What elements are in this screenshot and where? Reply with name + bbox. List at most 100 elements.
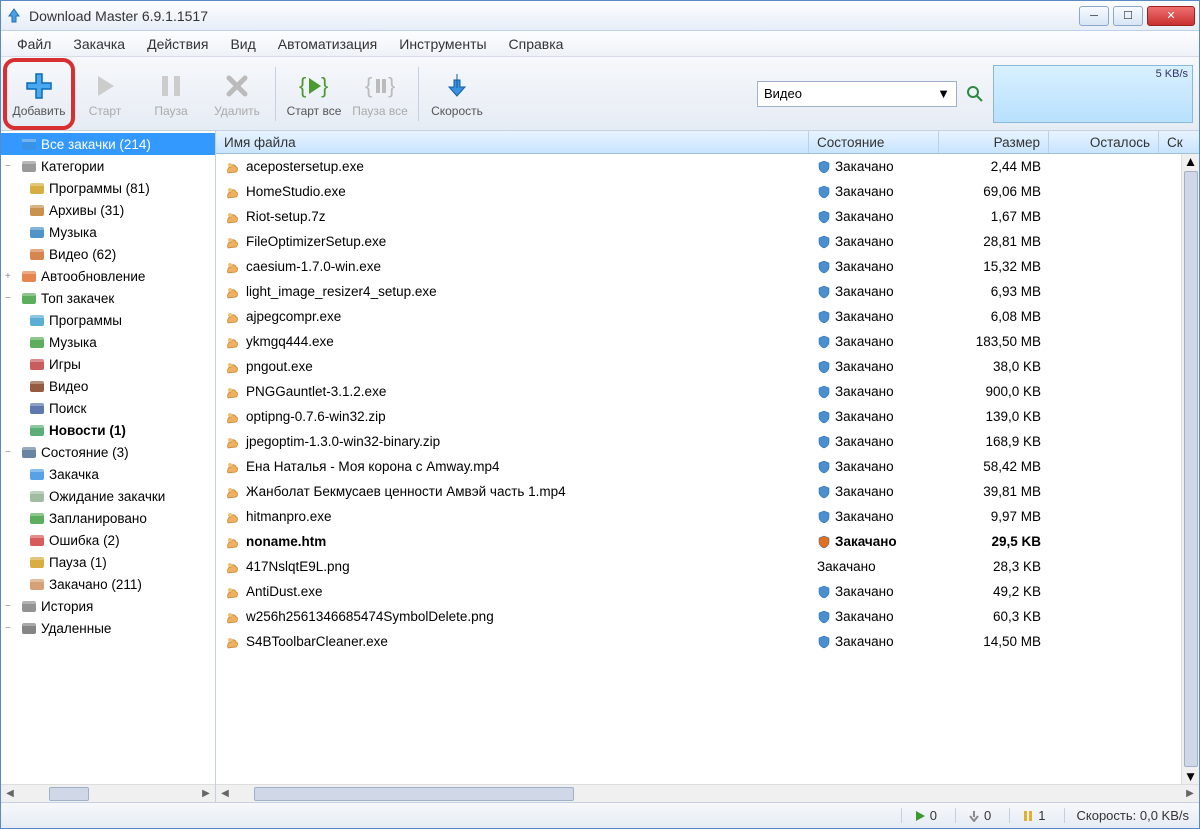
tree-item[interactable]: +Автообновление bbox=[1, 265, 215, 287]
col-name[interactable]: Имя файла bbox=[216, 131, 809, 153]
delete-button[interactable]: Удалить bbox=[205, 62, 269, 126]
scroll-right-icon[interactable]: ▶ bbox=[197, 786, 215, 802]
menu-automation[interactable]: Автоматизация bbox=[268, 33, 387, 55]
file-icon bbox=[224, 384, 240, 400]
tree-item[interactable]: Новости (1) bbox=[1, 419, 215, 441]
table-row[interactable]: caesium-1.7.0-win.exe Закачано 15,32 MB bbox=[216, 254, 1199, 279]
menu-actions[interactable]: Действия bbox=[137, 33, 218, 55]
tree-item[interactable]: −История bbox=[1, 595, 215, 617]
cell-size: 1,67 MB bbox=[939, 209, 1049, 224]
scroll-down-icon[interactable]: ▼ bbox=[1184, 769, 1197, 784]
search-combo[interactable]: Видео ▼ bbox=[757, 81, 957, 107]
status-downloading: 0 bbox=[955, 808, 991, 823]
tree-item[interactable]: Все закачки (214) bbox=[1, 133, 215, 155]
search-go-icon[interactable] bbox=[965, 84, 985, 104]
menu-tools[interactable]: Инструменты bbox=[389, 33, 496, 55]
cell-state: Закачано bbox=[809, 459, 939, 474]
table-row[interactable]: noname.htm Закачано 29,5 KB bbox=[216, 529, 1199, 554]
scroll-right-icon[interactable]: ▶ bbox=[1181, 786, 1199, 802]
tree-item[interactable]: Поиск bbox=[1, 397, 215, 419]
table-row[interactable]: 417NslqtE9L.png Закачано 28,3 KB bbox=[216, 554, 1199, 579]
cell-state: Закачано bbox=[809, 184, 939, 199]
add-button[interactable]: Добавить bbox=[7, 62, 71, 126]
tree-item[interactable]: Видео (62) bbox=[1, 243, 215, 265]
file-icon bbox=[224, 409, 240, 425]
tree-item[interactable]: Программы bbox=[1, 309, 215, 331]
vscroll-thumb[interactable] bbox=[1184, 171, 1198, 767]
maximize-button[interactable]: ☐ bbox=[1113, 6, 1143, 26]
col-remain[interactable]: Осталось bbox=[1049, 131, 1159, 153]
tree-item[interactable]: Музыка bbox=[1, 331, 215, 353]
col-state[interactable]: Состояние bbox=[809, 131, 939, 153]
cell-state: Закачано bbox=[809, 259, 939, 274]
scroll-left-icon[interactable]: ◀ bbox=[1, 786, 19, 802]
cell-state: Закачано bbox=[809, 559, 939, 574]
table-row[interactable]: Riot-setup.7z Закачано 1,67 MB bbox=[216, 204, 1199, 229]
tree-item[interactable]: Игры bbox=[1, 353, 215, 375]
tree-icon bbox=[21, 136, 37, 152]
tree-item[interactable]: Пауза (1) bbox=[1, 551, 215, 573]
table-row[interactable]: PNGGauntlet-3.1.2.exe Закачано 900,0 KB bbox=[216, 379, 1199, 404]
scroll-left-icon[interactable]: ◀ bbox=[216, 786, 234, 802]
table-row[interactable]: light_image_resizer4_setup.exe Закачано … bbox=[216, 279, 1199, 304]
close-button[interactable]: ✕ bbox=[1147, 6, 1195, 26]
cell-state: Закачано bbox=[809, 584, 939, 599]
cell-state: Закачано bbox=[809, 234, 939, 249]
start-button[interactable]: Старт bbox=[73, 62, 137, 126]
start-all-button[interactable]: {} Старт все bbox=[282, 62, 346, 126]
tree-item[interactable]: Ожидание закачки bbox=[1, 485, 215, 507]
col-size[interactable]: Размер bbox=[939, 131, 1049, 153]
scroll-thumb[interactable] bbox=[49, 787, 89, 801]
tree-item[interactable]: −Категории bbox=[1, 155, 215, 177]
table-row[interactable]: acepostersetup.exe Закачано 2,44 MB bbox=[216, 154, 1199, 179]
table-row[interactable]: ajpegcompr.exe Закачано 6,08 MB bbox=[216, 304, 1199, 329]
tree-item[interactable]: Музыка bbox=[1, 221, 215, 243]
table-row[interactable]: FileOptimizerSetup.exe Закачано 28,81 MB bbox=[216, 229, 1199, 254]
file-icon bbox=[224, 184, 240, 200]
tree-item[interactable]: Закачка bbox=[1, 463, 215, 485]
tree-icon bbox=[29, 378, 45, 394]
table-row[interactable]: jpegoptim-1.3.0-win32-binary.zip Закачан… bbox=[216, 429, 1199, 454]
tree-icon bbox=[29, 356, 45, 372]
tree-item[interactable]: Программы (81) bbox=[1, 177, 215, 199]
cell-size: 14,50 MB bbox=[939, 634, 1049, 649]
hscroll-thumb[interactable] bbox=[254, 787, 574, 801]
table-row[interactable]: HomeStudio.exe Закачано 69,06 MB bbox=[216, 179, 1199, 204]
category-tree[interactable]: Все закачки (214)−КатегорииПрограммы (81… bbox=[1, 131, 215, 784]
table-row[interactable]: ykmgq444.exe Закачано 183,50 MB bbox=[216, 329, 1199, 354]
table-row[interactable]: AntiDust.exe Закачано 49,2 KB bbox=[216, 579, 1199, 604]
minimize-button[interactable]: ─ bbox=[1079, 6, 1109, 26]
table-row[interactable]: w256h2561346685474SymbolDelete.png Закач… bbox=[216, 604, 1199, 629]
main-hscroll[interactable]: ◀ ▶ bbox=[216, 784, 1199, 802]
cell-name: caesium-1.7.0-win.exe bbox=[216, 259, 809, 275]
sidebar-hscroll[interactable]: ◀ ▶ bbox=[1, 784, 215, 802]
toolbar-separator bbox=[275, 67, 276, 121]
menu-file[interactable]: Файл bbox=[7, 33, 61, 55]
shield-icon bbox=[817, 360, 831, 374]
table-row[interactable]: hitmanpro.exe Закачано 9,97 MB bbox=[216, 504, 1199, 529]
table-row[interactable]: Ена Наталья - Моя корона с Amway.mp4 Зак… bbox=[216, 454, 1199, 479]
vscroll[interactable]: ▲ ▼ bbox=[1181, 154, 1199, 784]
tree-item[interactable]: Видео bbox=[1, 375, 215, 397]
file-list[interactable]: acepostersetup.exe Закачано 2,44 MB Home… bbox=[216, 154, 1199, 784]
tree-label: Поиск bbox=[49, 401, 86, 416]
pause-button[interactable]: Пауза bbox=[139, 62, 203, 126]
tree-item[interactable]: −Топ закачек bbox=[1, 287, 215, 309]
tree-item[interactable]: −Состояние (3) bbox=[1, 441, 215, 463]
menu-view[interactable]: Вид bbox=[220, 33, 265, 55]
tree-item[interactable]: Запланировано bbox=[1, 507, 215, 529]
tree-item[interactable]: Архивы (31) bbox=[1, 199, 215, 221]
speed-button[interactable]: Скорость bbox=[425, 62, 489, 126]
table-row[interactable]: S4BToolbarCleaner.exe Закачано 14,50 MB bbox=[216, 629, 1199, 654]
tree-item[interactable]: Закачано (211) bbox=[1, 573, 215, 595]
table-row[interactable]: Жанболат Бекмусаев ценности Амвэй часть … bbox=[216, 479, 1199, 504]
menu-help[interactable]: Справка bbox=[499, 33, 574, 55]
menu-download[interactable]: Закачка bbox=[63, 33, 135, 55]
table-row[interactable]: pngout.exe Закачано 38,0 KB bbox=[216, 354, 1199, 379]
tree-item[interactable]: Ошибка (2) bbox=[1, 529, 215, 551]
pause-all-button[interactable]: {} Пауза все bbox=[348, 62, 412, 126]
tree-item[interactable]: −Удаленные bbox=[1, 617, 215, 639]
table-row[interactable]: optipng-0.7.6-win32.zip Закачано 139,0 K… bbox=[216, 404, 1199, 429]
scroll-up-icon[interactable]: ▲ bbox=[1184, 154, 1197, 169]
col-speed[interactable]: Ск bbox=[1159, 131, 1199, 153]
